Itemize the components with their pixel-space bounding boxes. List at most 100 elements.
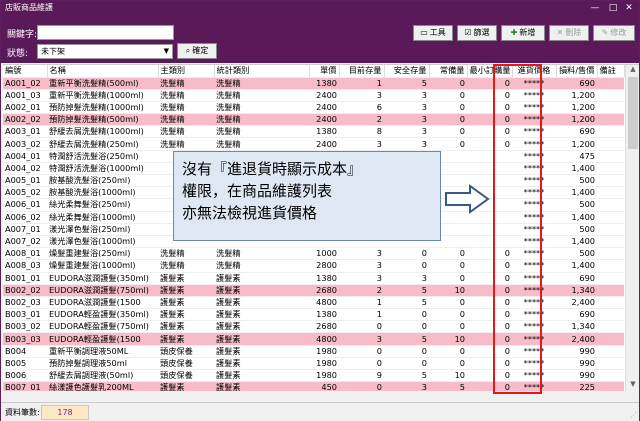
table-cell-note [597,101,624,115]
col-header[interactable]: 損料/售價 [556,65,598,78]
table-cell-safe: 3 [384,272,429,285]
table-cell-ratio: 2,400 [556,332,597,346]
delete-button[interactable]: ✕ 刪除 [549,25,589,41]
resize-grip-icon[interactable]: ⋰ [630,411,637,419]
keyword-input[interactable] [37,25,174,40]
table-cell-note [597,235,624,249]
table-cell-name: 舒緩去屑調理液(50ml) [47,369,158,383]
col-header[interactable]: 統計類別 [214,65,310,78]
table-cell-safe: 0 [384,247,429,261]
table-cell-safe: 0 [384,259,429,273]
table-cell-stat: 護髮素 [214,308,309,322]
table-cell-safe: 3 [384,113,429,127]
col-header[interactable]: 常備量 [429,65,468,78]
table-cell-name: 重新平衡洗髮精(500ml) [47,77,158,90]
col-header[interactable]: 安全存量 [384,65,430,78]
table-cell-name: 漾光澤色髮浴(250ml) [47,223,158,236]
table-cell-note [597,186,624,200]
annotation-callout: 沒有『進退貨時顯示成本』 權限，在商品維護列表 亦無法檢視進貨價格 [173,151,441,241]
table-cell-regular: 0 [429,345,467,358]
table-cell-note [597,381,624,391]
keyword-label: 關鍵字: [7,30,38,40]
status-select-value: 未下架 [41,47,65,56]
table-cell-id: B003_01 [3,308,47,322]
tools-button[interactable]: ▭ 工具 [413,25,453,41]
table-cell-id: B003_02 [3,320,47,334]
table-cell-id: A008_01 [3,247,47,261]
table-cell-cat: 護髮素 [158,308,214,322]
table-cell-stat: 洗髮精 [214,77,309,90]
table-cell-note [597,150,624,163]
table-cell-ratio: 1,400 [556,162,597,176]
table-cell-stat: 洗髮精 [214,101,309,115]
table-cell-id: A002_01 [3,101,47,115]
table-cell-note [597,284,624,297]
app-window: 店販商品維護 — □ ✕ 關鍵字: 狀態: 未下架 ▼ ⌕ 確定 ▭ 工具 ☑ 篩選 … [0,0,640,421]
table-cell-note [597,89,624,102]
table-cell-cat: 洗髮精 [158,247,214,261]
table-cell-safe: 5 [384,77,429,90]
table-cell-safe: 5 [384,369,429,383]
table-cell-stat: 洗髮精 [214,125,309,139]
minimize-button[interactable]: — [587,1,603,15]
table-cell-ratio: 500 [556,223,597,236]
edit-button-label: 修改 [610,28,627,37]
col-header[interactable]: 名稱 [47,65,159,78]
filter-button[interactable]: ☑ 篩選 [457,25,497,41]
table-cell-id: A007_01 [3,223,47,236]
table-cell-id: A004_01 [3,150,47,163]
maximize-button[interactable]: □ [605,1,621,15]
table-cell-stat: 洗髮精 [214,247,309,261]
table-cell-stock: 1 [339,308,384,322]
table-cell-stock: 3 [339,247,384,261]
record-count-value: 178 [41,405,89,420]
status-select[interactable]: 未下架 ▼ [37,44,173,59]
add-button[interactable]: ✚ 新增 [501,25,545,41]
scroll-thumb[interactable] [628,77,638,149]
table-cell-name: 舒緩去屑洗髮精(1000ml) [47,125,158,139]
table-cell-price: 4800 [309,332,339,346]
table-cell-regular: 0 [429,296,467,310]
vertical-scrollbar[interactable]: ▲ ▼ [625,65,639,391]
edit-button[interactable]: ✎ 修改 [593,25,635,41]
table-cell-safe: 0 [384,320,429,334]
table-cell-regular: 0 [429,89,467,102]
table-cell-stock: 0 [339,320,384,334]
table-cell-price: 2400 [309,89,339,102]
table-cell-regular: 0 [429,137,467,151]
close-button[interactable]: ✕ [621,1,637,15]
table-cell-note [597,296,624,310]
callout-line: 亦無法檢視進貨價格 [182,204,318,222]
scroll-down-icon[interactable]: ▼ [626,380,639,391]
table-cell-note [597,259,624,273]
scroll-up-icon[interactable]: ▲ [626,65,639,77]
table-cell-price: 1380 [309,77,339,90]
confirm-button[interactable]: ⌕ 確定 [177,43,217,59]
table-cell-ratio: 1,200 [556,137,597,151]
table-cell-note [597,174,624,188]
table-cell-stat: 洗髮精 [214,259,309,273]
table-cell-note [597,345,624,358]
table-cell-cat: 頭皮保養 [158,357,214,371]
table-cell-note [597,211,624,224]
col-header[interactable]: 編號 [3,65,48,78]
table-cell-regular: 0 [429,77,467,90]
callout-line: 沒有『進退貨時顯示成本』 [182,160,363,178]
table-cell-price: 1380 [309,125,339,139]
table-cell-cat: 洗髮精 [158,77,214,90]
table-cell-stock: 0 [339,381,384,391]
table-cell-ratio: 500 [556,174,597,188]
table-cell-price: 1000 [309,247,339,261]
table-cell-stock: 2 [339,113,384,127]
table-cell-stat: 護髮素 [214,357,309,371]
col-header[interactable]: 單價 [309,65,340,78]
table-cell-safe: 3 [384,125,429,139]
table-cell-cat: 護髮素 [158,381,214,391]
table-cell-cat: 洗髮精 [158,137,214,151]
col-header[interactable]: 主類別 [158,65,215,78]
table-cell-name: 預防掉髮洗髮精(500ml) [47,113,158,127]
table-cell-regular: 0 [429,125,467,139]
col-header[interactable]: 備註 [597,65,625,78]
col-header[interactable]: 目前存量 [339,65,385,78]
pencil-icon: ✎ [601,28,609,37]
